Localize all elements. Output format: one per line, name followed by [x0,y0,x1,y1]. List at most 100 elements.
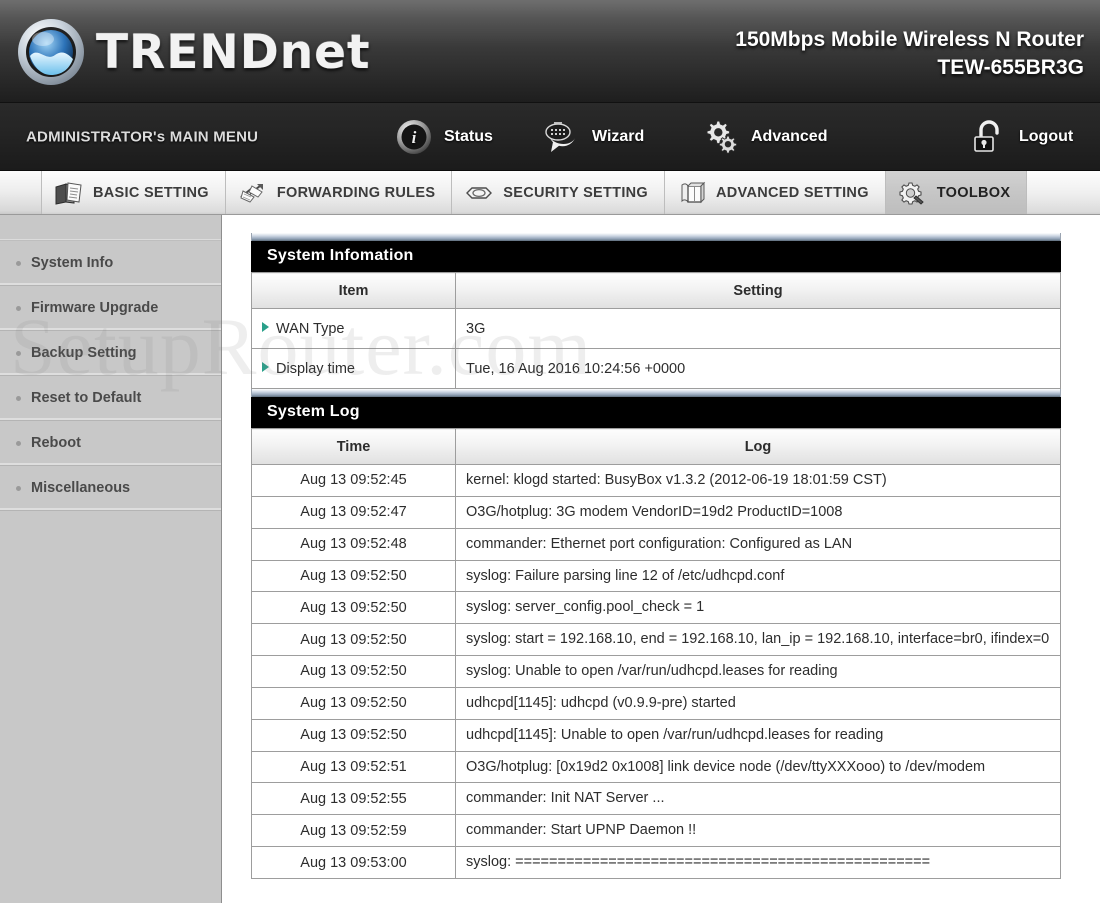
page-body: System Info Firmware Upgrade Backup Sett… [0,215,1100,903]
header-log: Log [455,428,1061,465]
row-item-label: WAN Type [276,320,345,337]
content-area: System Infomation Item Setting WAN Type … [222,215,1100,903]
table-row: WAN Type 3G [251,308,1061,349]
bullet-icon [16,440,21,446]
log-message-cell: udhcpd[1145]: Unable to open /var/run/ud… [455,718,1061,752]
log-time-cell: Aug 13 09:52:59 [251,814,456,848]
tab-toolbox-label: TOOLBOX [936,184,1011,201]
bullet-icon [16,485,21,491]
forwarding-arrows-icon [238,180,268,206]
menu-item-status-label: Status [444,127,493,145]
tab-basic-setting-label: BASIC SETTING [93,184,209,201]
table-row: Aug 13 09:52:45 kernel: klogd started: Bu… [251,464,1061,497]
bullet-icon [16,305,21,311]
tab-forwarding-rules[interactable]: FORWARDING RULES [225,171,453,214]
log-message-cell: udhcpd[1145]: udhcpd (v0.9.9-pre) starte… [455,686,1061,720]
sidebar-item-label: Miscellaneous [31,480,131,496]
menu-item-status[interactable]: i Status [393,116,493,158]
log-time-cell: Aug 13 09:52:47 [251,495,456,529]
sidebar-item-reboot[interactable]: Reboot [0,421,221,466]
tab-basic-setting[interactable]: BASIC SETTING [42,171,226,214]
panel-top-bevel [251,389,1061,397]
tab-forwarding-rules-label: FORWARDING RULES [276,184,436,201]
system-log-table: Time Log Aug 13 09:52:45 kernel: klogd st… [251,428,1061,879]
log-time-cell: Aug 13 09:52:50 [251,623,456,657]
log-time-cell: Aug 13 09:52:51 [251,750,456,784]
table-row: Display time Tue, 16 Aug 2016 10:24:56 +… [251,348,1061,389]
row-setting-cell: Tue, 16 Aug 2016 10:24:56 +0000 [455,348,1061,389]
row-item-cell: WAN Type [251,308,456,349]
sidebar-item-reset-to-default[interactable]: Reset to Default [0,376,221,421]
admin-main-menu-label: ADMINISTRATOR's MAIN MENU [26,128,259,145]
log-time-cell: Aug 13 09:52:50 [251,686,456,720]
table-row: Aug 13 09:52:50 syslog: Failure parsing l… [251,559,1061,593]
menu-item-wizard[interactable]: Wizard [541,116,644,158]
tab-bar: BASIC SETTING FORWARDING RULES SECURITY … [0,171,1100,215]
tab-advanced-setting-label: ADVANCED SETTING [716,184,869,201]
trendnet-globe-logo-icon [14,15,88,89]
tab-advanced-setting[interactable]: ADVANCED SETTING [665,171,886,214]
table-row: Aug 13 09:52:50 syslog: Unable to open /v… [251,655,1061,688]
sidebar-item-system-info[interactable]: System Info [0,241,221,286]
table-row: Aug 13 09:52:50 udhcpd[1145]: Unable to o… [251,718,1061,752]
brand-banner: TRENDnet 150Mbps Mobile Wireless N Route… [0,0,1100,103]
tab-toolbox[interactable]: TOOLBOX [885,171,1028,214]
table-row: Aug 13 09:52:50 udhcpd[1145]: udhcpd (v0.… [251,686,1061,720]
system-information-panel: System Infomation Item Setting WAN Type … [251,233,1061,389]
log-time-cell: Aug 13 09:53:00 [251,846,456,879]
tab-bar-left-pad [0,171,42,214]
folder-documents-icon [54,180,84,206]
row-item-label: Display time [276,360,355,377]
log-message-cell: kernel: klogd started: BusyBox v1.3.2 (2… [455,464,1061,497]
log-message-cell: O3G/hotplug: [0x19d2 0x1008] link device… [455,750,1061,784]
tab-security-setting[interactable]: SECURITY SETTING [452,171,666,214]
menu-item-advanced[interactable]: Advanced [700,116,827,158]
header-item: Item [251,272,456,309]
menu-item-logout-label: Logout [1019,127,1074,145]
gears-icon [700,116,742,158]
log-message-cell: O3G/hotplug: 3G modem VendorID=19d2 Prod… [455,495,1061,529]
log-message-cell: syslog: Failure parsing line 12 of /etc/… [455,559,1061,593]
log-time-cell: Aug 13 09:52:50 [251,655,456,688]
wizard-wand-icon [541,116,583,158]
table-row: Aug 13 09:52:55 commander: Init NAT Serve… [251,782,1061,816]
sidebar-item-miscellaneous[interactable]: Miscellaneous [0,466,221,511]
table-row: Aug 13 09:52:50 syslog: server_config.poo… [251,591,1061,625]
open-padlock-icon [968,116,1010,158]
sidebar: System Info Firmware Upgrade Backup Sett… [0,215,222,903]
menu-item-advanced-label: Advanced [751,127,828,145]
sidebar-item-firmware-upgrade[interactable]: Firmware Upgrade [0,286,221,331]
system-log-title: System Log [251,397,1061,428]
product-model-line1: 150Mbps Mobile Wireless N Router [735,28,1084,51]
arrow-right-icon [262,361,269,372]
menu-item-logout[interactable]: Logout [968,116,1073,158]
sidebar-item-label: Backup Setting [31,345,137,361]
table-row: Aug 13 09:52:48 commander: Ethernet port … [251,527,1061,561]
sidebar-item-label: Reset to Default [31,390,142,406]
row-item-cell: Display time [251,348,456,389]
table-row: Aug 13 09:52:47 O3G/hotplug: 3G modem Ven… [251,495,1061,529]
bullet-icon [16,395,21,401]
table-row: Aug 13 09:52:51 O3G/hotplug: [0x19d2 0x10… [251,750,1061,784]
menu-item-wizard-label: Wizard [592,127,645,145]
brand-logo[interactable]: TRENDnet [14,15,371,89]
log-time-cell: Aug 13 09:52:48 [251,527,456,561]
log-message-cell: syslog: server_config.pool_check = 1 [455,591,1061,625]
book-icon [677,180,707,206]
sidebar-item-label: Firmware Upgrade [31,300,159,316]
sidebar-item-label: System Info [31,255,114,271]
table-row: Aug 13 09:53:00 syslog: =================… [251,846,1061,879]
system-log-panel: System Log Time Log Aug 13 09:52:45 kerne… [251,389,1061,879]
log-message-cell: commander: Init NAT Server ... [455,782,1061,816]
panel-top-bevel [251,233,1061,241]
table-header-row: Time Log [251,428,1061,465]
log-message-cell: syslog: start = 192.168.10, end = 192.16… [455,623,1061,657]
log-message-cell: syslog: Unable to open /var/run/udhcpd.l… [455,655,1061,688]
log-message-cell: commander: Start UPNP Daemon !! [455,814,1061,848]
log-time-cell: Aug 13 09:52:50 [251,591,456,625]
log-message-cell: syslog: ================================… [455,846,1061,879]
svg-text:i: i [412,128,417,147]
tab-bar-filler [1027,171,1100,214]
brand-wordmark: TRENDnet [96,24,371,80]
sidebar-item-backup-setting[interactable]: Backup Setting [0,331,221,376]
